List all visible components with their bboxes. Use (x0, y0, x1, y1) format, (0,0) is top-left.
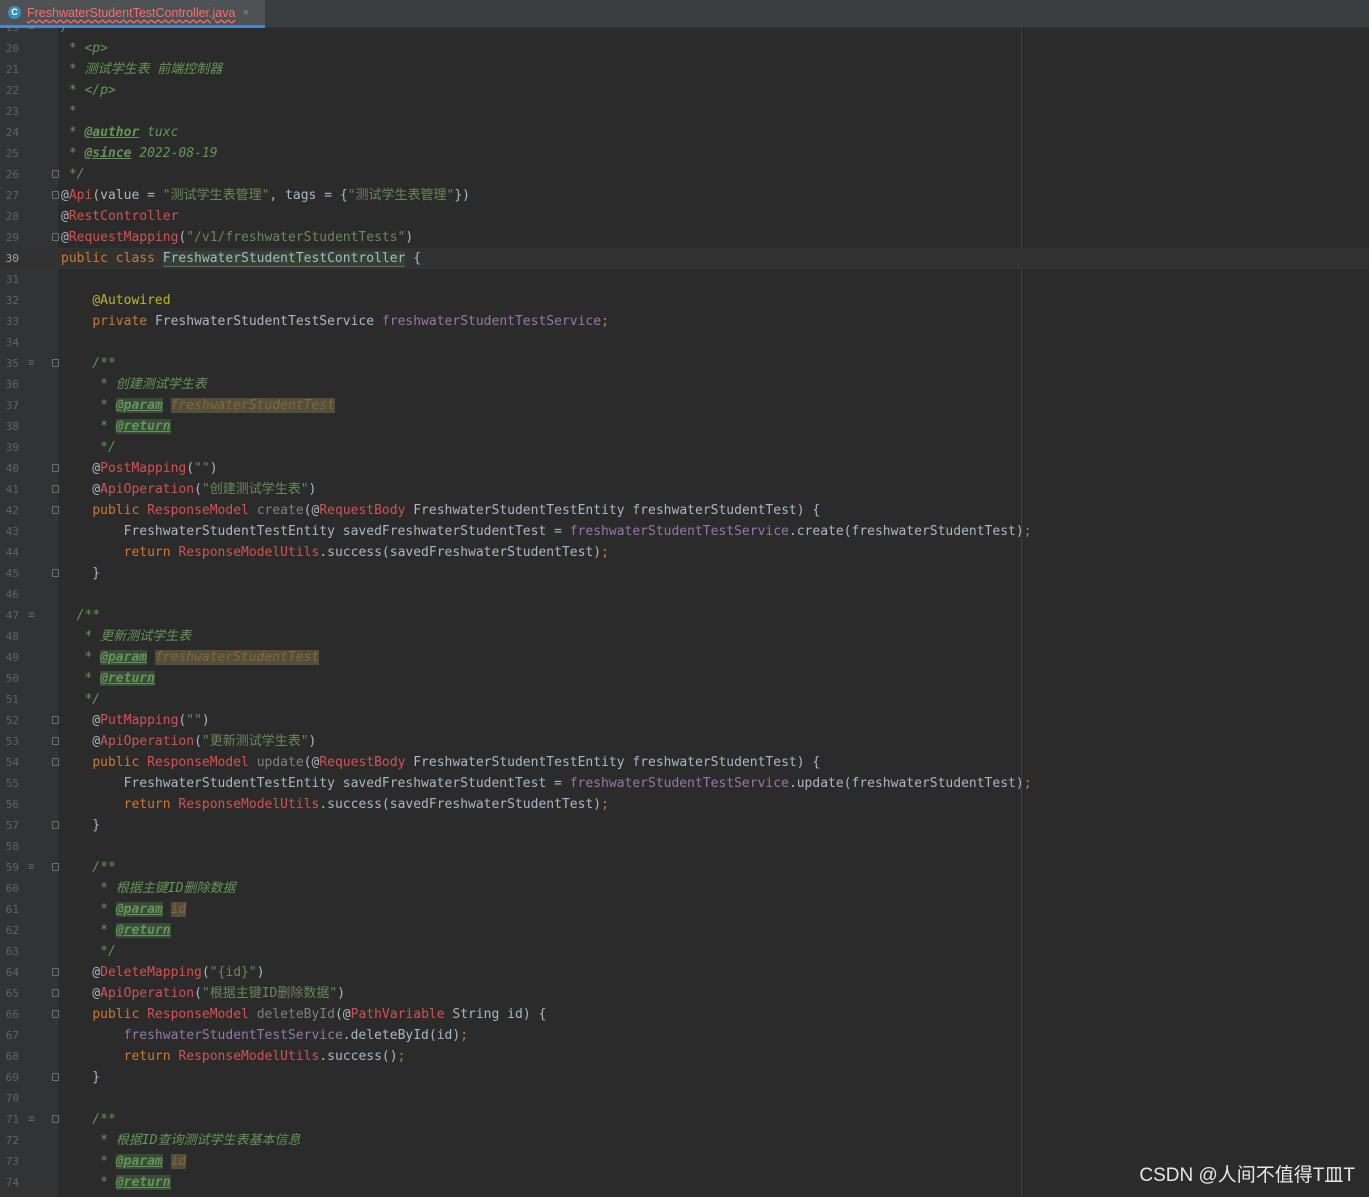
code-line: 35 ≡ /** (5, 356, 116, 371)
code-line: 19 ≡ /** (0, 28, 1369, 38)
code-line: 31 (5, 273, 19, 286)
code-line: 55 FreshwaterStudentTestEntity savedFres… (5, 776, 1032, 791)
close-icon[interactable]: × (242, 7, 248, 19)
fold-toggle-icon[interactable] (52, 758, 59, 766)
code-line: 49 * @param freshwaterStudentTest (5, 650, 320, 665)
fold-toggle-icon[interactable] (52, 1010, 59, 1018)
code-line: 66 public ResponseModel deleteById(@Path… (5, 1007, 547, 1022)
file-tab-label: FreshwaterStudentTestController.java (27, 5, 236, 20)
code-line: 41 @ApiOperation("创建测试学生表") (5, 482, 317, 497)
code-line: 47 ≡ /** (5, 608, 101, 623)
code-line: 25 * @since 2022-08-19 (5, 146, 218, 161)
code-line: 63 */ (5, 944, 116, 959)
code-line-current: 30 public class FreshwaterStudentTestCon… (0, 248, 1369, 269)
code-line: 60 * 根据主键ID删除数据 (5, 881, 236, 896)
code-line: 24 * @author tuxc (5, 125, 179, 140)
code-line: 22 * </p> (5, 83, 116, 98)
code-line: 53 @ApiOperation("更新测试学生表") (5, 734, 317, 749)
code-line: 58 (5, 840, 19, 853)
code-line: 38 * @return (5, 419, 171, 434)
code-line: 37 * @param freshwaterStudentTest (5, 398, 335, 413)
fold-toggle-icon[interactable] (52, 821, 59, 829)
code-line: 45 } (5, 566, 101, 581)
fold-toggle-icon[interactable] (52, 170, 59, 178)
fold-toggle-icon[interactable] (52, 569, 59, 577)
code-line: 34 (5, 336, 19, 349)
class-name: FreshwaterStudentTestController (162, 251, 406, 267)
code-line: 21 * 测试学生表 前端控制器 (0, 59, 1369, 80)
code-line: 67 freshwaterStudentTestService.deleteBy… (5, 1028, 469, 1043)
doc-render-icon[interactable]: ≡ (28, 1113, 35, 1125)
code-line: 65 @ApiOperation("根据主键ID删除数据") (5, 986, 346, 1001)
code-line: 46 (5, 588, 19, 601)
code-line: 68 return ResponseModelUtils.success(); (5, 1049, 406, 1064)
code-line: 32 @Autowired (5, 293, 171, 308)
fold-toggle-icon[interactable] (52, 359, 59, 367)
code-line: 57 } (5, 818, 101, 833)
code-line: 27 @Api(value = "测试学生表管理", tags = {"测试学生… (5, 188, 471, 203)
fold-toggle-icon[interactable] (52, 233, 59, 241)
fold-toggle-icon[interactable] (52, 464, 59, 472)
fold-toggle-icon[interactable] (52, 1073, 59, 1081)
code-line: 62 * @return (5, 923, 171, 938)
author-value: tuxc (147, 125, 179, 140)
since-value: 2022-08-19 (139, 146, 218, 161)
code-line: 43 FreshwaterStudentTestEntity savedFres… (5, 524, 1032, 539)
code-line: 23 * (5, 104, 77, 119)
code-line: 61 * @param id (5, 902, 187, 917)
code-line: 40 @PostMapping("") (5, 461, 218, 476)
fold-toggle-icon[interactable] (52, 191, 59, 199)
code-line: 29 @RequestMapping("/v1/freshwaterStuden… (5, 230, 414, 245)
fold-toggle-icon[interactable] (52, 506, 59, 514)
doc-render-icon[interactable]: ≡ (28, 609, 35, 621)
doc-render-icon[interactable]: ≡ (28, 861, 35, 873)
code-editor[interactable]: 19 ≡ /** 20 * <p> 21 * 测试学生表 前端控制器 22 * … (0, 28, 1369, 1197)
fold-toggle-icon[interactable] (52, 716, 59, 724)
fold-toggle-icon[interactable] (52, 989, 59, 997)
code-line: 72 * 根据ID查询测试学生表基本信息 (5, 1133, 301, 1148)
fold-toggle-icon[interactable] (52, 737, 59, 745)
code-line: 20 * <p> (5, 41, 108, 56)
code-line: 69 } (5, 1070, 101, 1085)
fold-toggle-icon[interactable] (52, 1115, 59, 1123)
code-line: 51 */ (5, 692, 101, 707)
file-tab[interactable]: C FreshwaterStudentTestController.java × (0, 0, 265, 28)
code-line: 64 @DeleteMapping("{id}") (5, 965, 265, 980)
code-line: 44 return ResponseModelUtils.success(sav… (5, 545, 609, 560)
editor-tab-bar: C FreshwaterStudentTestController.java × (0, 0, 1369, 28)
code-line: 52 @PutMapping("") (5, 713, 210, 728)
fold-toggle-icon[interactable] (52, 968, 59, 976)
code-line: 50 * @return (5, 671, 155, 686)
code-line: 39 */ (5, 440, 116, 455)
code-line: 28 @RestController (5, 209, 179, 224)
code-line: 59 ≡ /** (5, 860, 116, 875)
code-line: 33 private FreshwaterStudentTestService … (5, 314, 609, 329)
doc-render-icon[interactable]: ≡ (28, 357, 35, 369)
code-line: 42 public ResponseModel create(@RequestB… (5, 503, 821, 518)
code-line: 26 */ (5, 167, 85, 182)
java-class-icon: C (8, 6, 21, 19)
csdn-watermark: CSDN @人间不值得T皿T (1139, 1165, 1355, 1186)
code-line: 54 public ResponseModel update(@RequestB… (5, 755, 821, 770)
fold-toggle-icon[interactable] (52, 485, 59, 493)
fold-toggle-icon[interactable] (52, 863, 59, 871)
code-line: 56 return ResponseModelUtils.success(sav… (5, 797, 609, 812)
code-line: 36 * 创建测试学生表 (5, 377, 207, 392)
code-line: 71 ≡ /** (5, 1112, 116, 1127)
class-doc-description: * 测试学生表 前端控制器 (61, 62, 223, 77)
code-line: 48 * 更新测试学生表 (5, 629, 192, 644)
code-line: 70 (5, 1092, 19, 1105)
fold-marker-icon: ≡ (28, 28, 35, 33)
